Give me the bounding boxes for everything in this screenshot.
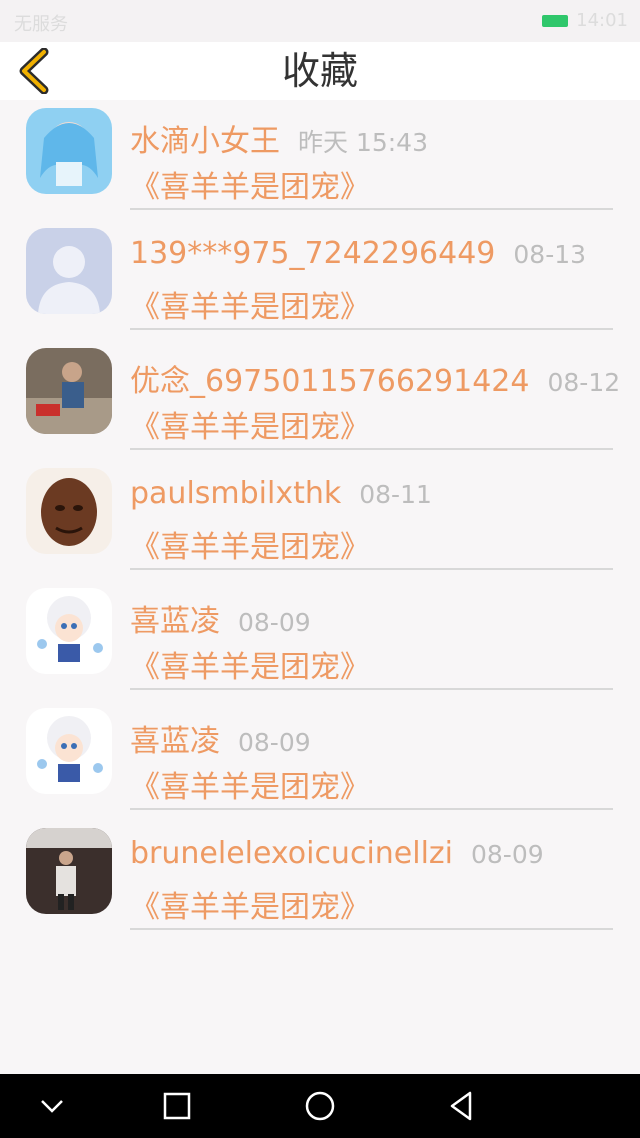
list-item[interactable]: 喜蓝凌 08-09 《喜羊羊是团宠》: [0, 580, 640, 700]
favorite-title[interactable]: 《喜羊羊是团宠》: [130, 762, 370, 806]
clock: 14:01: [576, 10, 628, 31]
user-name: 喜蓝凌: [130, 724, 220, 759]
divider: [130, 208, 613, 210]
timestamp: 08-13: [513, 240, 587, 269]
divider: [130, 448, 613, 450]
divider: [130, 568, 613, 570]
favorite-title[interactable]: 《喜羊羊是团宠》: [130, 402, 370, 446]
timestamp: 08-09: [238, 728, 311, 757]
circle-icon: [305, 1091, 335, 1121]
anime-girl-avatar[interactable]: [26, 108, 112, 194]
nav-back-button[interactable]: [444, 1088, 480, 1124]
carrier-label: 无服务: [14, 14, 68, 35]
timestamp: 08-09: [238, 608, 311, 637]
child-photo-avatar[interactable]: [26, 348, 112, 434]
timestamp: 昨天 15:43: [298, 128, 428, 157]
favorite-title[interactable]: 《喜羊羊是团宠》: [130, 282, 370, 326]
divider: [130, 808, 613, 810]
favorite-title[interactable]: 《喜羊羊是团宠》: [130, 882, 370, 926]
battery-icon: [542, 14, 569, 27]
man-photo-avatar[interactable]: [26, 828, 112, 914]
list-item[interactable]: paulsmbilxthk 08-11 《喜羊羊是团宠》: [0, 460, 640, 580]
timestamp: 08-09: [471, 840, 544, 869]
sheep-cartoon-avatar[interactable]: [26, 588, 112, 674]
favorites-list: 水滴小女王 昨天 15:43 《喜羊羊是团宠》 139***975_724229…: [0, 100, 640, 940]
divider: [130, 928, 613, 930]
timestamp: 08-12: [547, 368, 621, 397]
sheep-cartoon-avatar[interactable]: [26, 708, 112, 794]
user-name: brunelelexoicucinellzi: [130, 836, 453, 871]
user-name: 139***975_7242296449: [130, 236, 496, 271]
list-item[interactable]: 139***975_7242296449 08-13 《喜羊羊是团宠》: [0, 220, 640, 340]
status-icons: 14:01: [542, 10, 628, 31]
page-title: 收藏: [281, 49, 358, 93]
buddha-statue-avatar[interactable]: [26, 468, 112, 554]
chevron-down-icon: [41, 1100, 63, 1113]
nav-recents-button[interactable]: [159, 1088, 195, 1124]
list-item[interactable]: 喜蓝凌 08-09 《喜羊羊是团宠》: [0, 700, 640, 820]
nav-collapse-button[interactable]: [34, 1088, 70, 1124]
divider: [130, 328, 613, 330]
user-name: paulsmbilxthk: [130, 476, 342, 511]
status-bar: 无服务 14:01: [0, 0, 640, 42]
list-item[interactable]: 优念_69750115766291424 08-12 《喜羊羊是团宠》: [0, 340, 640, 460]
user-name: 喜蓝凌: [130, 604, 220, 639]
favorite-title[interactable]: 《喜羊羊是团宠》: [130, 522, 370, 566]
favorite-title[interactable]: 《喜羊羊是团宠》: [130, 642, 370, 686]
list-item[interactable]: brunelelexoicucinellzi 08-09 《喜羊羊是团宠》: [0, 820, 640, 940]
system-nav-bar: [0, 1074, 640, 1138]
default-user-avatar[interactable]: [26, 228, 112, 314]
timestamp: 08-11: [359, 480, 432, 509]
user-name: 水滴小女王: [130, 124, 280, 159]
nav-home-button[interactable]: [302, 1088, 338, 1124]
square-icon: [163, 1092, 191, 1120]
user-name: 优念_69750115766291424: [130, 364, 530, 399]
divider: [130, 688, 613, 690]
favorite-title[interactable]: 《喜羊羊是团宠》: [130, 162, 370, 206]
list-item[interactable]: 水滴小女王 昨天 15:43 《喜羊羊是团宠》: [0, 100, 640, 220]
triangle-back-icon: [450, 1091, 472, 1121]
header: 收藏: [0, 42, 640, 100]
